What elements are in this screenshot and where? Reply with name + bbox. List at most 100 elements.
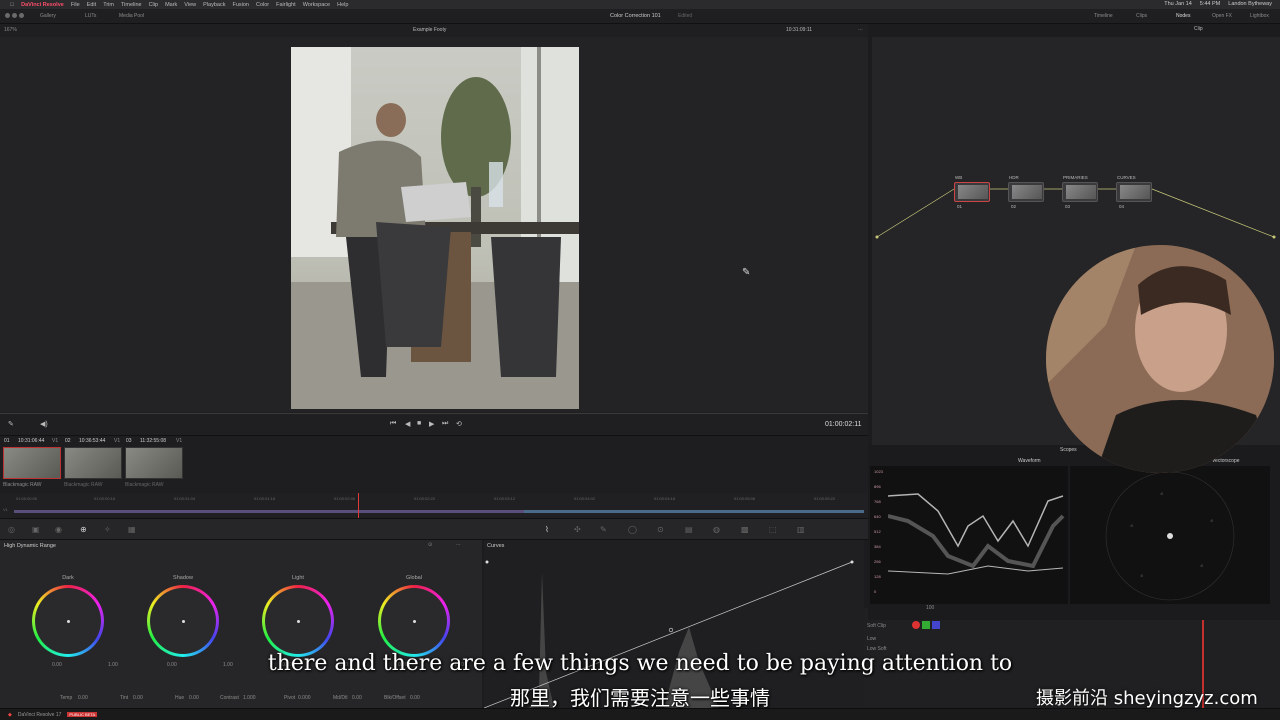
clip-thumbnail-01[interactable]	[3, 447, 61, 479]
lightbox-tab[interactable]: Lightbox	[1250, 13, 1269, 19]
wf-tick: 0	[874, 589, 877, 594]
node-wb[interactable]	[954, 182, 990, 202]
timeline-tick: 01:00:04:02	[574, 496, 596, 501]
node-num-01: 01	[957, 204, 963, 209]
clip-tc-02: 10:36:53:44	[79, 438, 106, 444]
hdr-icon[interactable]: ⊕	[80, 525, 87, 534]
timeline-tab[interactable]: Timeline	[1094, 13, 1113, 19]
menu-edit[interactable]: Edit	[87, 2, 96, 8]
node-mode-select[interactable]: Clip	[1194, 26, 1203, 32]
red-channel-toggle[interactable]	[912, 621, 920, 629]
curves-icon[interactable]: ⌇	[545, 525, 549, 534]
mini-timeline[interactable]: 01:00:00:00 01:00:00:16 01:00:01:04 01:0…	[0, 493, 868, 518]
menu-fairlight[interactable]: Fairlight	[276, 2, 296, 8]
luts-tab[interactable]: LUTs	[85, 13, 96, 19]
window-icon[interactable]: ◯	[628, 525, 637, 534]
menu-trim[interactable]: Trim	[103, 2, 114, 8]
reverse-play-icon[interactable]: ◀	[405, 420, 410, 428]
close-window-button[interactable]	[5, 13, 10, 18]
clip-thumbnail-03[interactable]	[125, 447, 183, 479]
panel-options-icon[interactable]: ⋯	[456, 542, 461, 548]
clip-name[interactable]: Example Footy	[413, 27, 446, 33]
rgb-mixer-icon[interactable]: ✧	[104, 525, 111, 534]
node-curves[interactable]	[1116, 182, 1152, 202]
pen-tool-icon[interactable]: ✎	[8, 420, 14, 428]
wheel-label-light: Light	[292, 575, 304, 581]
nodes-tab[interactable]: Nodes	[1176, 13, 1190, 19]
color-match-icon[interactable]: ▣	[32, 525, 40, 534]
first-frame-icon[interactable]: ⏮	[390, 420, 396, 428]
qualifier-icon[interactable]: ✎	[600, 525, 607, 534]
beta-badge: PUBLIC BETA	[67, 712, 98, 717]
node-hdr[interactable]	[1008, 182, 1044, 202]
loop-icon[interactable]: ⟲	[456, 420, 462, 428]
reset-icon[interactable]: ⊙	[428, 542, 432, 548]
menu-timeline[interactable]: Timeline	[121, 2, 142, 8]
timeline-tick: 01:00:02:22	[414, 496, 436, 501]
timeline-tick: 01:00:02:06	[334, 496, 356, 501]
stop-icon[interactable]: ■	[417, 420, 421, 427]
media-pool-tab[interactable]: Media Pool	[119, 13, 144, 19]
app-menu[interactable]: DaVinci Resolve	[21, 2, 64, 8]
menu-playback[interactable]: Playback	[203, 2, 225, 8]
color-wheel-light[interactable]	[262, 585, 334, 657]
green-channel-toggle[interactable]	[922, 621, 930, 629]
zoom-level[interactable]: 167%	[4, 27, 17, 33]
menu-mark[interactable]: Mark	[165, 2, 177, 8]
audio-icon[interactable]: ◀)	[40, 420, 48, 428]
waveform-select[interactable]: Waveform	[1018, 458, 1041, 464]
clip-name-01: Blackmagic RAW	[3, 482, 42, 488]
resolve-logo-icon: ◆	[8, 711, 12, 718]
viewer-scrubber[interactable]	[0, 413, 868, 414]
3d-icon[interactable]: ▥	[797, 525, 805, 534]
apple-menu[interactable]: 	[10, 2, 14, 8]
wf-tick: 896	[874, 484, 881, 489]
last-frame-icon[interactable]: ⏭	[442, 420, 448, 428]
node-primaries[interactable]	[1062, 182, 1098, 202]
motion-effects-icon[interactable]: ▦	[128, 525, 136, 534]
viewer-transport: ✎ ◀) ⏮ ◀ ■ ▶ ⏭ ⟲ 01:00:02:11	[0, 412, 868, 435]
timeline-tick: 01:00:00:16	[94, 496, 116, 501]
more-options-icon[interactable]: ⋯	[858, 27, 863, 33]
wheel-label-global: Global	[406, 575, 422, 581]
color-wheel-global[interactable]	[378, 585, 450, 657]
minimize-window-button[interactable]	[12, 13, 17, 18]
primaries-icon[interactable]: ◉	[55, 525, 62, 534]
gallery-tab[interactable]: Gallery	[40, 13, 56, 19]
soft-clip-label: Soft Clip	[867, 623, 886, 629]
color-wheel-shadow[interactable]	[147, 585, 219, 657]
menu-file[interactable]: File	[71, 2, 80, 8]
zoom-window-button[interactable]	[19, 13, 24, 18]
play-icon[interactable]: ▶	[429, 420, 434, 428]
vectorscope-select[interactable]: Vectorscope	[1212, 458, 1240, 464]
blue-channel-toggle[interactable]	[932, 621, 940, 629]
sizing-icon[interactable]: ⬚	[769, 525, 777, 534]
camera-raw-icon[interactable]: ◎	[8, 525, 15, 534]
user-name[interactable]: Landon Bytheway	[1228, 1, 1272, 7]
waveform-scope: 1023 896 768 640 512 384 256 128 0	[870, 466, 1068, 604]
node-label-curves: CURVES	[1117, 175, 1136, 180]
menu-help[interactable]: Help	[337, 2, 348, 8]
wf-tick: 128	[874, 574, 881, 579]
presenter-image	[1046, 245, 1274, 473]
clips-tab[interactable]: Clips	[1136, 13, 1147, 19]
clip-track-01: V1	[52, 438, 59, 444]
openfx-tab[interactable]: Open FX	[1212, 13, 1232, 19]
menu-fusion[interactable]: Fusion	[232, 2, 249, 8]
menu-view[interactable]: View	[184, 2, 196, 8]
playhead[interactable]	[358, 493, 359, 518]
blur-icon[interactable]: ◍	[713, 525, 720, 534]
warper-icon[interactable]: ✣	[574, 525, 581, 534]
subtitle-english: there and there are a few things we need…	[267, 651, 1013, 676]
menu-workspace[interactable]: Workspace	[303, 2, 330, 8]
timeline-clip-bar[interactable]	[14, 510, 864, 513]
curves-title: Curves	[487, 543, 505, 549]
clip-thumbnail-02[interactable]	[64, 447, 122, 479]
magic-mask-icon[interactable]: ▤	[685, 525, 693, 534]
menu-clip[interactable]: Clip	[149, 2, 158, 8]
tracker-icon[interactable]: ⊙	[657, 525, 664, 534]
key-icon[interactable]: ▩	[741, 525, 749, 534]
wf-tick: 384	[874, 544, 881, 549]
menu-color[interactable]: Color	[256, 2, 269, 8]
color-wheel-dark[interactable]	[32, 585, 104, 657]
